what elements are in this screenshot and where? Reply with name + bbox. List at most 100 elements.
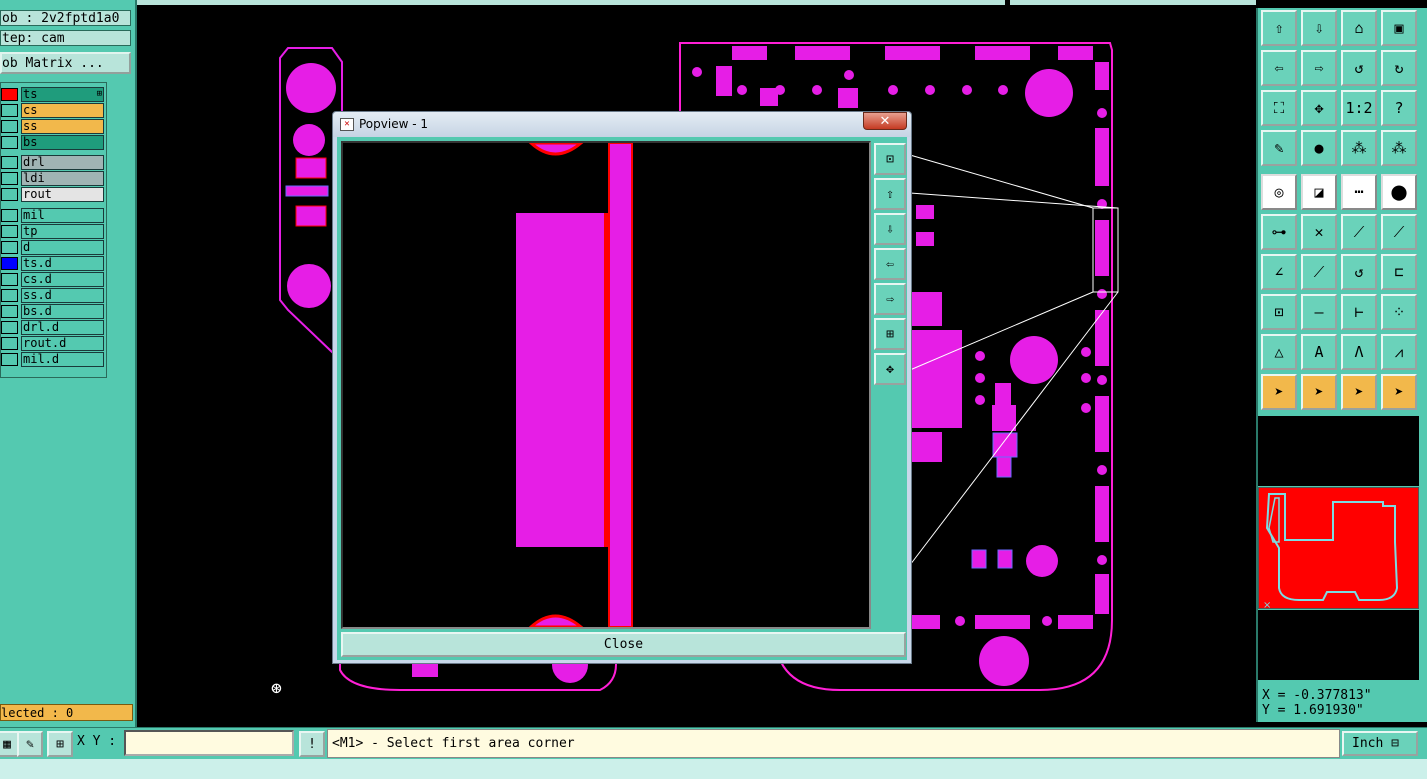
layer-name[interactable]: ldi	[21, 171, 104, 186]
layer-checkbox[interactable]	[1, 104, 18, 117]
layer-name[interactable]: ts ⊞	[21, 87, 104, 102]
layer-grid-icon[interactable]: ⁂	[1341, 130, 1377, 166]
window-icon[interactable]: ▣	[1381, 10, 1417, 46]
connect-icon[interactable]: ⊶	[1261, 214, 1297, 250]
layer-checkbox[interactable]	[1, 136, 18, 149]
layer-checkbox[interactable]	[1, 172, 18, 185]
layer-checkbox[interactable]	[1, 241, 18, 254]
xy-input[interactable]	[124, 730, 294, 756]
layer-checkbox[interactable]	[1, 120, 18, 133]
redraw-icon[interactable]: ↻	[1381, 50, 1417, 86]
layer-name[interactable]: bs	[21, 135, 104, 150]
select-circle-icon[interactable]: ➤	[1341, 374, 1377, 410]
minimap[interactable]: ×	[1258, 487, 1419, 611]
layer-checkbox[interactable]	[1, 321, 18, 334]
layer-row-drl[interactable]: drl	[1, 155, 105, 170]
close-icon[interactable]: ✕	[863, 112, 907, 130]
layer-row-mil[interactable]: mil	[1, 208, 105, 223]
layer-name[interactable]: cs	[21, 103, 104, 118]
layer-row-ss[interactable]: ss	[1, 119, 105, 134]
pan-right-icon[interactable]: ⇨	[1301, 50, 1337, 86]
cross-icon[interactable]: ✕	[1301, 214, 1337, 250]
layer-row-bs.d[interactable]: bs.d	[1, 304, 105, 319]
pan-left-icon[interactable]: ⇦	[1261, 50, 1297, 86]
layer-row-mil.d[interactable]: mil.d	[1, 352, 105, 367]
popview-canvas[interactable]	[341, 141, 871, 629]
layer-row-cs[interactable]: cs	[1, 103, 105, 118]
popview-titlebar[interactable]: ✕ Popview - 1 ✕	[333, 112, 911, 137]
pan-left-icon[interactable]: ⇦	[874, 248, 906, 280]
layer-row-ts.d[interactable]: ts.d	[1, 256, 105, 271]
select-arrow-icon[interactable]: ➤	[1261, 374, 1297, 410]
layer-name[interactable]: rout.d	[21, 336, 104, 351]
layer-checkbox[interactable]	[1, 209, 18, 222]
layer-checkbox[interactable]	[1, 273, 18, 286]
undo-zoom-icon[interactable]: ↺	[1341, 50, 1377, 86]
pan-down-icon[interactable]: ⇩	[874, 213, 906, 245]
zoom-fit-icon[interactable]: ⊡	[874, 143, 906, 175]
layer-checkbox[interactable]	[1, 337, 18, 350]
layer-row-rout.d[interactable]: rout.d	[1, 336, 105, 351]
layer-grid-red-icon[interactable]: ⁂	[1381, 130, 1417, 166]
pan-right-icon[interactable]: ⇨	[874, 283, 906, 315]
layer-name[interactable]: drl.d	[21, 320, 104, 335]
pan-up-icon[interactable]: ⇧	[1261, 10, 1297, 46]
select-box-icon[interactable]: ➤	[1301, 374, 1337, 410]
triangle-wide-icon[interactable]: ⩘	[1381, 334, 1417, 370]
pan-up-icon[interactable]: ⇧	[874, 178, 906, 210]
layer-name[interactable]: drl	[21, 155, 104, 170]
angle-icon[interactable]: ∠	[1261, 254, 1297, 290]
layer-name[interactable]: mil	[21, 208, 104, 223]
line-dist-icon[interactable]: ⟋	[1341, 214, 1377, 250]
width-icon[interactable]: ⊢	[1341, 294, 1377, 330]
layer-row-cs.d[interactable]: cs.d	[1, 272, 105, 287]
exclaim-button[interactable]: !	[299, 731, 325, 757]
measure-probe-icon[interactable]: ✎	[1261, 130, 1297, 166]
ruler-icon[interactable]: ┅	[1341, 174, 1377, 210]
layer-checkbox[interactable]	[1, 353, 18, 366]
layer-row-drl.d[interactable]: drl.d	[1, 320, 105, 335]
flip-icon[interactable]: ⊏	[1381, 254, 1417, 290]
triangle-mid-icon[interactable]: Λ	[1341, 334, 1377, 370]
dot-icon[interactable]: ⬤	[1381, 174, 1417, 210]
line-icon[interactable]: —	[1301, 294, 1337, 330]
layer-name[interactable]: mil.d	[21, 352, 104, 367]
layer-checkbox[interactable]	[1, 88, 18, 101]
layer-checkbox[interactable]	[1, 188, 18, 201]
snap-grid-icon[interactable]: ⊞	[47, 731, 73, 757]
zoom-in-icon[interactable]: ⊞	[874, 318, 906, 350]
arc-icon[interactable]: ↺	[1341, 254, 1377, 290]
layer-row-bs[interactable]: bs	[1, 135, 105, 150]
layer-row-ts[interactable]: ts ⊞	[1, 87, 105, 102]
layer-name[interactable]: tp	[21, 224, 104, 239]
triangle-a-icon[interactable]: A	[1301, 334, 1337, 370]
layer-row-ss.d[interactable]: ss.d	[1, 288, 105, 303]
zoom-center-icon[interactable]: ✥	[1301, 90, 1337, 126]
multi-pad-icon[interactable]: ⁘	[1381, 294, 1417, 330]
layer-name[interactable]: cs.d	[21, 272, 104, 287]
units-select[interactable]: Inch ⊟	[1342, 731, 1418, 756]
layer-checkbox[interactable]	[1, 305, 18, 318]
help-icon[interactable]: ?	[1381, 90, 1417, 126]
layer-checkbox[interactable]	[1, 225, 18, 238]
layer-checkbox[interactable]	[1, 257, 18, 270]
snap-icon[interactable]: ●	[1301, 130, 1337, 166]
pad-dist-icon[interactable]: ⊡	[1261, 294, 1297, 330]
pan-down-icon[interactable]: ⇩	[1301, 10, 1337, 46]
select-net-icon[interactable]: ➤	[1381, 374, 1417, 410]
layer-row-tp[interactable]: tp	[1, 224, 105, 239]
edit-icon[interactable]: ✎	[17, 731, 43, 757]
point-dist-icon[interactable]: ⟋	[1381, 214, 1417, 250]
layer-name[interactable]: bs.d	[21, 304, 104, 319]
layer-name[interactable]: rout	[21, 187, 104, 202]
close-button[interactable]: Close	[341, 632, 906, 657]
zoom-fit-icon[interactable]: ⛶	[1261, 90, 1297, 126]
layer-checkbox[interactable]	[1, 156, 18, 169]
cross-select-icon[interactable]: ◪	[1301, 174, 1337, 210]
scale-icon[interactable]: 1:2	[1341, 90, 1377, 126]
pad-icon[interactable]: ◎	[1261, 174, 1297, 210]
layer-checkbox[interactable]	[1, 289, 18, 302]
layer-row-ldi[interactable]: ldi	[1, 171, 105, 186]
job-matrix-button[interactable]: ob Matrix ...	[0, 52, 131, 74]
home-icon[interactable]: ⌂	[1341, 10, 1377, 46]
